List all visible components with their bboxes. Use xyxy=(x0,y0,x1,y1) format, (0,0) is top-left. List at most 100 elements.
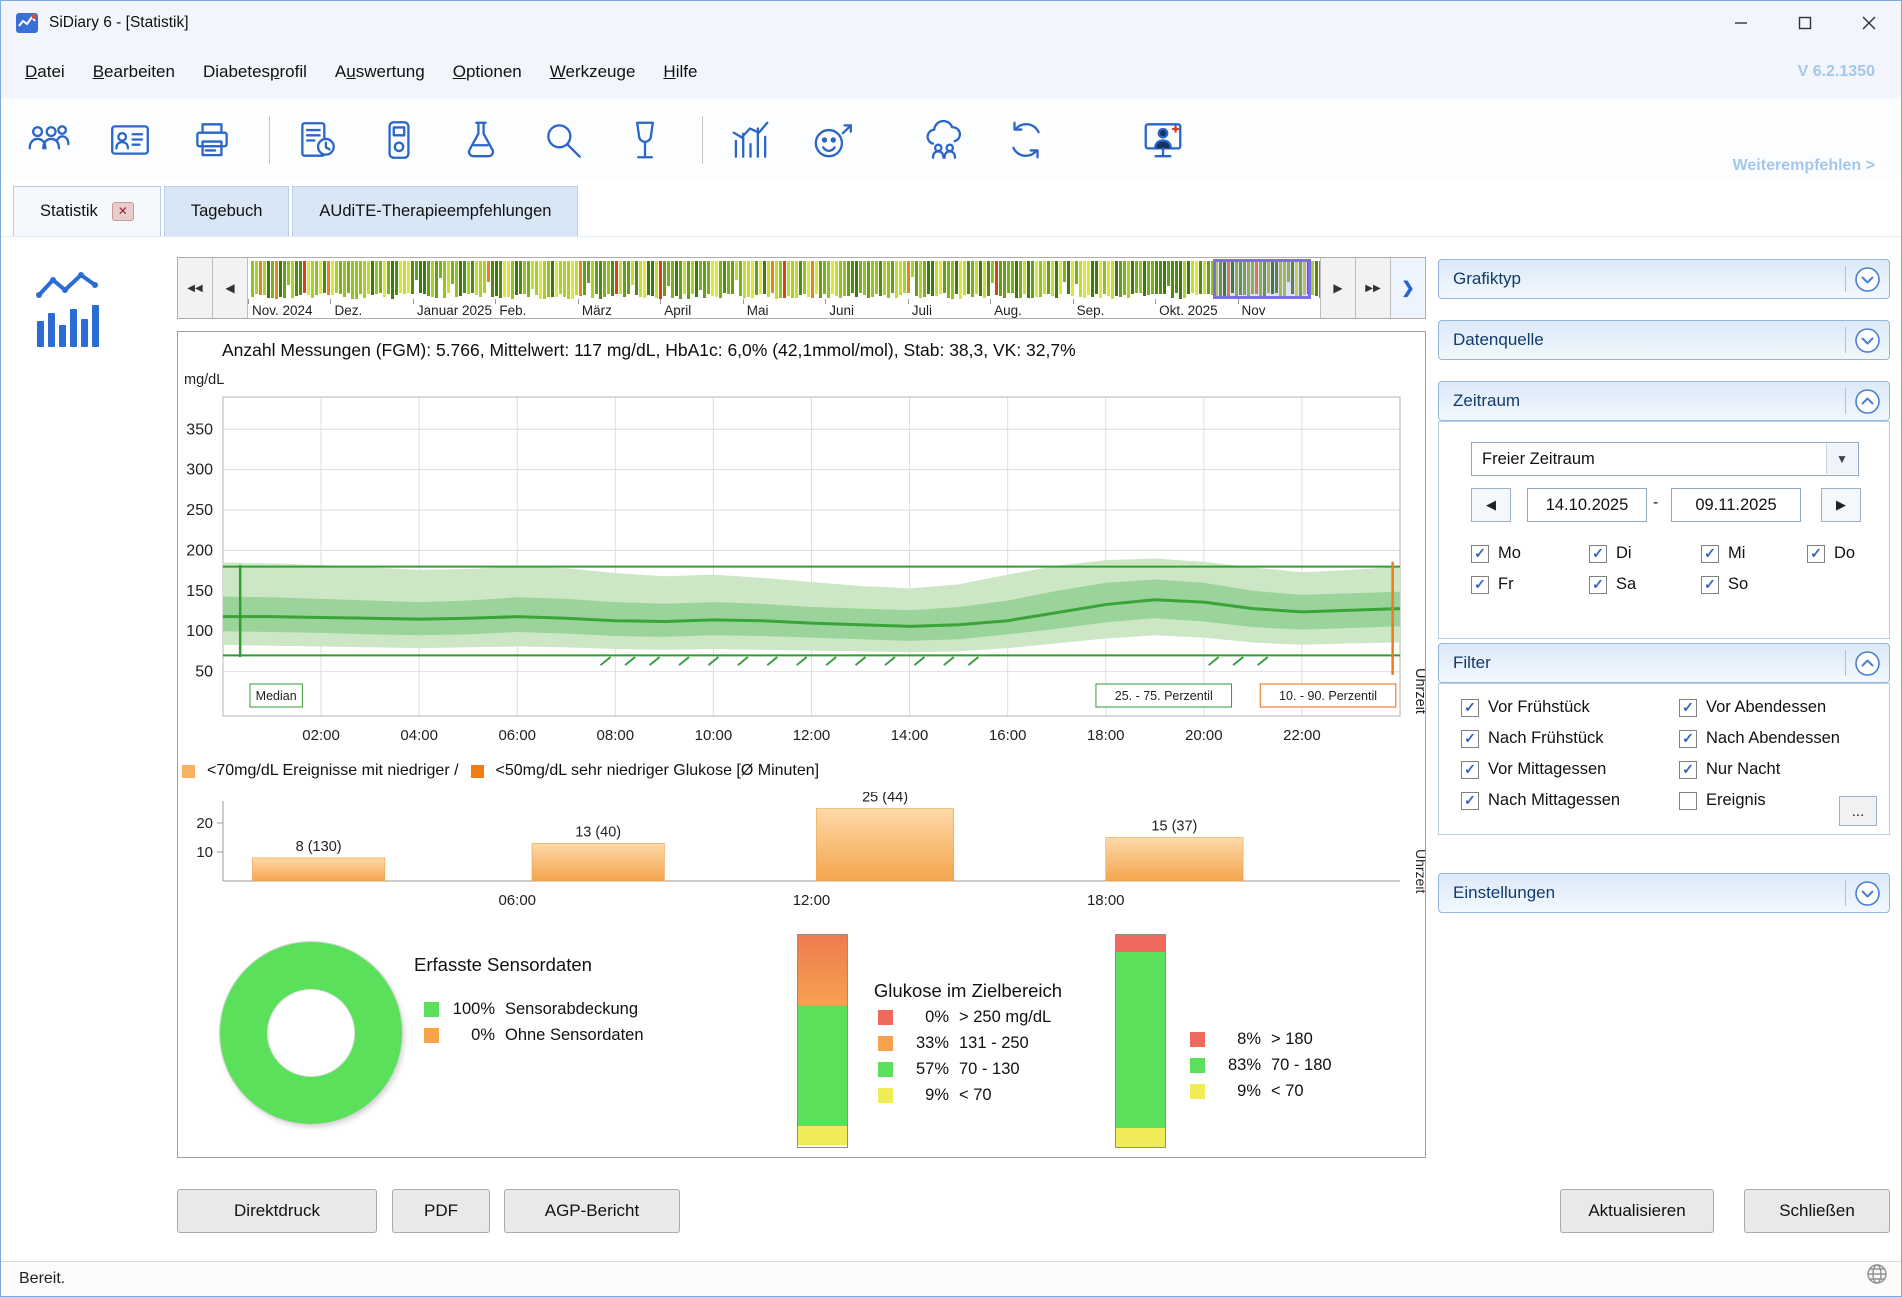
timeline-forward-button[interactable]: ❯ xyxy=(1390,258,1425,318)
tab-statistik[interactable]: Statistik✕ xyxy=(13,186,161,236)
menu-werkzeuge[interactable]: Werkzeuge xyxy=(536,56,650,88)
checkbox[interactable]: ✓ xyxy=(1679,699,1697,717)
direktdruck-button[interactable]: Direktdruck xyxy=(177,1189,377,1233)
menu-hilfe[interactable]: Hilfe xyxy=(649,56,711,88)
legend-row: 9%< 70 xyxy=(878,1082,1051,1108)
tab-tagebuch[interactable]: Tagebuch xyxy=(164,186,290,236)
filter-nur-nacht[interactable]: ✓ Nur Nacht xyxy=(1679,760,1840,779)
chevron-up-icon[interactable] xyxy=(1854,650,1881,677)
patient-card-icon[interactable] xyxy=(101,111,159,169)
search-icon[interactable] xyxy=(534,111,592,169)
panel-filter-header[interactable]: Filter xyxy=(1438,643,1890,683)
filter-vor-frühstück[interactable]: ✓Vor Frühstück xyxy=(1461,698,1620,717)
timeline-first-button[interactable]: ◀◀ xyxy=(178,258,213,318)
aktualisieren-button[interactable]: Aktualisieren xyxy=(1560,1189,1714,1233)
panel-einstellungen-header[interactable]: Einstellungen xyxy=(1438,873,1890,913)
weekday-so[interactable]: ✓ So xyxy=(1701,575,1807,594)
timeline-next-button[interactable]: ▶ xyxy=(1320,258,1355,318)
checkbox-label: Sa xyxy=(1616,575,1636,594)
date-from-input[interactable]: 14.10.2025 xyxy=(1527,488,1647,522)
checkbox[interactable]: ✓ xyxy=(1679,761,1697,779)
weekday-fr[interactable]: ✓Fr xyxy=(1471,575,1589,594)
sync-icon[interactable] xyxy=(997,111,1055,169)
timeline-strip[interactable]: Nov. 2024Dez.Januar 2025Feb.MärzAprilMai… xyxy=(248,258,1320,318)
svg-text:15 (37): 15 (37) xyxy=(1151,819,1197,835)
panel-datenquelle-header[interactable]: Datenquelle xyxy=(1438,320,1890,360)
checkbox-label: So xyxy=(1728,575,1748,594)
close-button[interactable] xyxy=(1837,1,1901,45)
weekday-do[interactable]: ✓Do xyxy=(1807,544,1871,563)
menu-bearbeiten[interactable]: Bearbeiten xyxy=(79,56,189,88)
checkbox[interactable]: ✓ xyxy=(1701,576,1719,594)
logbook-icon[interactable] xyxy=(288,111,346,169)
schliessen-button[interactable]: Schließen xyxy=(1744,1189,1890,1233)
chevron-up-icon[interactable] xyxy=(1854,388,1881,415)
weekday-mi[interactable]: ✓Mi xyxy=(1701,544,1807,563)
checkbox[interactable]: ✓ xyxy=(1589,576,1607,594)
checkbox[interactable]: ✓ xyxy=(1461,761,1479,779)
menu-auswertung[interactable]: Auswertung xyxy=(321,56,439,88)
weiterempfehlen-link[interactable]: Weiterempfehlen > xyxy=(1733,157,1875,175)
checkbox[interactable]: ✓ xyxy=(1461,699,1479,717)
filter-more-button[interactable]: ... xyxy=(1839,796,1877,826)
minimize-button[interactable] xyxy=(1709,1,1773,45)
weekday-mo[interactable]: ✓Mo xyxy=(1471,544,1589,563)
online-icon[interactable] xyxy=(915,111,973,169)
panel-grafiktyp-header[interactable]: Grafiktyp xyxy=(1438,259,1890,299)
checkbox[interactable] xyxy=(1679,792,1697,810)
weekday-sa[interactable]: ✓ Sa xyxy=(1589,575,1701,594)
filter-nach-mittagessen[interactable]: ✓Nach Mittagessen xyxy=(1461,791,1620,810)
checkbox[interactable]: ✓ xyxy=(1461,792,1479,810)
agp-bericht-button[interactable]: AGP-Bericht xyxy=(504,1189,680,1233)
filter-ereignis[interactable]: Ereignis xyxy=(1679,791,1840,810)
chevron-down-icon[interactable] xyxy=(1854,880,1881,907)
device-icon[interactable] xyxy=(370,111,428,169)
close-tab-icon[interactable]: ✕ xyxy=(112,202,134,220)
chevron-down-icon[interactable] xyxy=(1854,327,1881,354)
checkbox[interactable]: ✓ xyxy=(1589,545,1607,563)
menu-datei[interactable]: Datei xyxy=(11,56,79,88)
zeitraum-type-select[interactable]: Freier Zeitraum ▼ xyxy=(1471,442,1859,476)
checkbox[interactable]: ✓ xyxy=(1461,730,1479,748)
date-back-button[interactable]: ◀ xyxy=(1471,488,1511,522)
legend-swatch xyxy=(1190,1084,1205,1099)
telemedicine-icon[interactable] xyxy=(1134,111,1192,169)
date-to-input[interactable]: 09.11.2025 xyxy=(1671,488,1801,522)
divider xyxy=(1845,650,1846,676)
checkbox[interactable]: ✓ xyxy=(1701,545,1719,563)
timeline-selection[interactable] xyxy=(1213,259,1312,299)
filter-vor-mittagessen[interactable]: ✓Vor Mittagessen xyxy=(1461,760,1620,779)
chevron-down-icon[interactable]: ▼ xyxy=(1826,444,1857,474)
statistics-icon[interactable] xyxy=(721,111,779,169)
toolbar: Weiterempfehlen > xyxy=(1,99,1901,181)
legend-swatch xyxy=(878,1036,893,1051)
filter-vor-abendessen[interactable]: ✓Vor Abendessen xyxy=(1679,698,1840,717)
filter-nach-frühstück[interactable]: ✓Nach Frühstück xyxy=(1461,729,1620,748)
print-icon[interactable] xyxy=(183,111,241,169)
timeline-prev-button[interactable]: ◀ xyxy=(213,258,248,318)
weekday-di[interactable]: ✓Di xyxy=(1589,544,1701,563)
checkbox[interactable]: ✓ xyxy=(1679,730,1697,748)
chevron-down-icon[interactable] xyxy=(1854,266,1881,293)
maximize-button[interactable] xyxy=(1773,1,1837,45)
timeline-month-label: Januar 2025 xyxy=(417,303,492,318)
patients-icon[interactable] xyxy=(19,111,77,169)
lab-icon[interactable] xyxy=(452,111,510,169)
panel-zeitraum-header[interactable]: Zeitraum xyxy=(1438,381,1890,421)
checkbox[interactable]: ✓ xyxy=(1471,576,1489,594)
wellbeing-icon[interactable] xyxy=(803,111,861,169)
filter-nach-abendessen[interactable]: ✓Nach Abendessen xyxy=(1679,729,1840,748)
timeline-last-button[interactable]: ▶▶ xyxy=(1355,258,1390,318)
menu-diabetesprofil[interactable]: Diabetesprofil xyxy=(189,56,321,88)
tab-audite-therapieempfehlungen[interactable]: AUdiTE-Therapieempfehlungen xyxy=(292,186,578,236)
zeitraum-panel-body: Freier Zeitraum ▼ ◀ 14.10.2025 - 09.11.2… xyxy=(1438,421,1890,639)
glass-icon[interactable] xyxy=(616,111,674,169)
legend-percent: 0% xyxy=(903,1008,949,1027)
pdf-button[interactable]: PDF xyxy=(392,1189,490,1233)
checkbox[interactable]: ✓ xyxy=(1807,545,1825,563)
checkbox[interactable]: ✓ xyxy=(1471,545,1489,563)
checkbox-label: Nur Nacht xyxy=(1706,760,1780,779)
date-forward-button[interactable]: ▶ xyxy=(1821,488,1861,522)
toolbar-separator xyxy=(269,116,270,164)
menu-optionen[interactable]: Optionen xyxy=(439,56,536,88)
